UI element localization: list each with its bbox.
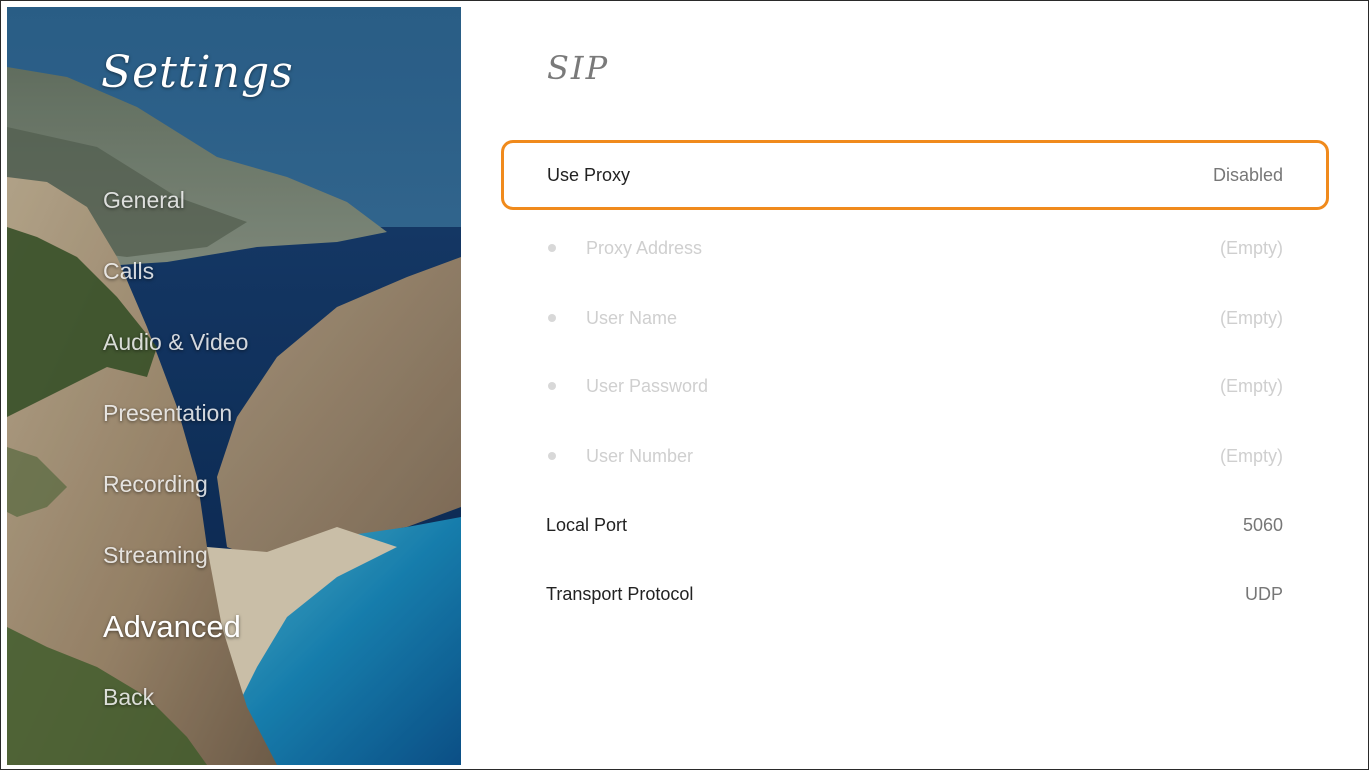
setting-use-proxy[interactable]: Use Proxy Disabled <box>501 140 1329 210</box>
sidebar-title: Settings <box>101 47 294 98</box>
menu-item-presentation[interactable]: Presentation <box>103 378 248 449</box>
setting-user-number: User Number (Empty) <box>501 421 1329 491</box>
disabled-bullet-icon <box>548 452 556 460</box>
setting-value: (Empty) <box>1220 237 1283 258</box>
setting-user-password: User Password (Empty) <box>501 351 1329 421</box>
setting-label: User Number <box>586 445 694 466</box>
menu-item-advanced[interactable]: Advanced <box>103 591 248 662</box>
setting-local-port[interactable]: Local Port 5060 <box>501 490 1329 560</box>
menu-item-back[interactable]: Back <box>103 662 248 733</box>
disabled-bullet-icon <box>548 244 556 252</box>
sidebar: Settings General Calls Audio & Video Pre… <box>7 7 461 765</box>
setting-label: Use Proxy <box>547 164 631 185</box>
page-title: SIP <box>547 49 610 87</box>
setting-user-name: User Name (Empty) <box>501 283 1329 353</box>
disabled-bullet-icon <box>548 382 556 390</box>
settings-menu: General Calls Audio & Video Presentation… <box>103 165 248 733</box>
setting-proxy-address: Proxy Address (Empty) <box>501 213 1329 283</box>
setting-transport-protocol[interactable]: Transport Protocol UDP <box>501 559 1329 629</box>
menu-item-streaming[interactable]: Streaming <box>103 520 248 591</box>
setting-label: Local Port <box>546 514 628 535</box>
menu-item-recording[interactable]: Recording <box>103 449 248 520</box>
setting-value: 5060 <box>1242 514 1283 535</box>
menu-item-audio-video[interactable]: Audio & Video <box>103 307 248 378</box>
setting-value: (Empty) <box>1220 307 1283 328</box>
menu-item-calls[interactable]: Calls <box>103 236 248 307</box>
menu-item-general[interactable]: General <box>103 165 248 236</box>
setting-label: Transport Protocol <box>546 583 694 604</box>
setting-label: Proxy Address <box>586 237 703 258</box>
disabled-bullet-icon <box>548 314 556 322</box>
setting-value: (Empty) <box>1220 445 1283 466</box>
setting-value: Disabled <box>1212 164 1283 185</box>
main-panel: SIP Use Proxy Disabled Proxy Address (Em… <box>461 7 1363 765</box>
setting-label: User Name <box>586 307 678 328</box>
setting-label: User Password <box>586 375 709 396</box>
setting-value: (Empty) <box>1220 375 1283 396</box>
settings-screen: Settings General Calls Audio & Video Pre… <box>0 0 1369 770</box>
setting-value: UDP <box>1244 583 1283 604</box>
